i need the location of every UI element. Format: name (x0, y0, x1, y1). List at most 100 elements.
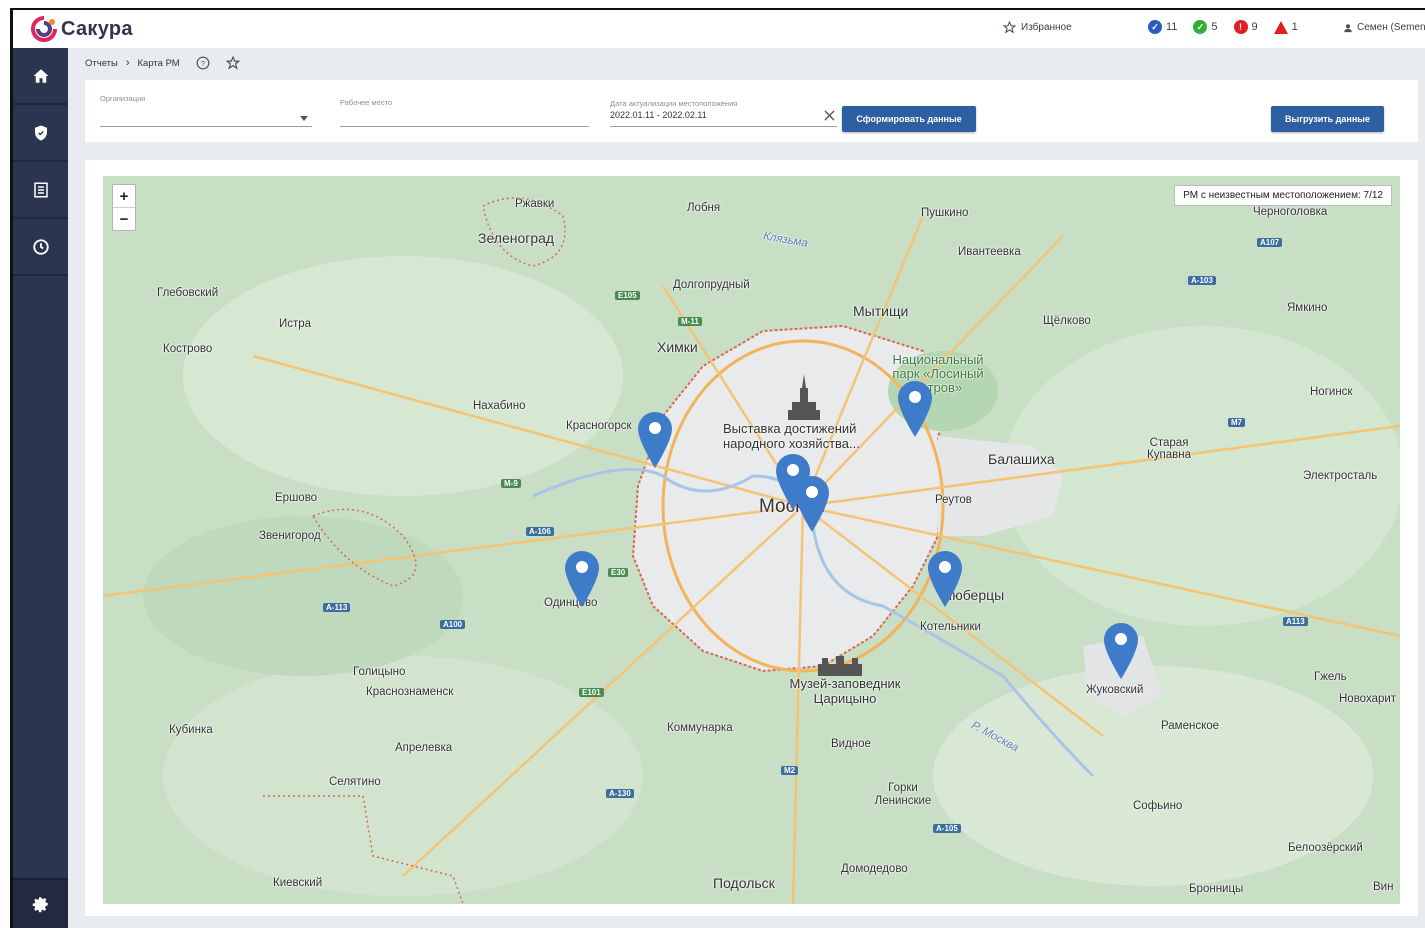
map-label: Старая Купавна (1147, 437, 1191, 461)
sidebar (13, 48, 68, 928)
map-label: Балашиха (988, 451, 1055, 467)
app-window: Сакура Избранное ✓ 11 ✓ 5 ! 9 1 Семен (S… (10, 8, 1425, 928)
alert-circle-icon: ! (1233, 20, 1248, 34)
user-icon (1344, 23, 1352, 32)
vdnkh-landmark-icon (788, 374, 820, 420)
map-label: Новохарит (1339, 693, 1397, 705)
map-view[interactable]: + − РМ с неизвестным местоположением: 7/… (103, 176, 1400, 904)
map-label: Домодедово (841, 863, 908, 875)
sidebar-item-reports[interactable] (13, 162, 68, 219)
road-shield: A-106 (526, 527, 554, 536)
map-label: Долгопрудный (673, 279, 750, 291)
breadcrumb: Отчеты › Карта РМ ? (85, 56, 240, 70)
sidebar-item-home[interactable] (13, 48, 68, 105)
help-icon[interactable]: ? (196, 56, 210, 70)
location-pin-icon[interactable] (1104, 623, 1138, 679)
favorites-label: Избранное (1021, 22, 1072, 33)
map-label: Электросталь (1303, 470, 1378, 482)
map-label: Киевский (273, 877, 323, 889)
user-menu[interactable]: Семен (Semen) (1343, 22, 1425, 33)
map-label: Реутов (935, 494, 972, 506)
workplace-input[interactable]: Рабочее место (340, 80, 589, 130)
map-label: Краснознаменск (366, 686, 454, 698)
organization-select[interactable]: Организация (100, 80, 312, 130)
road-shield: A-105 (933, 824, 961, 833)
location-pin-icon[interactable] (795, 476, 829, 532)
map-label: Кострово (163, 343, 213, 355)
check-shield-icon: ✓ (1148, 20, 1162, 34)
generate-data-button[interactable]: Сформировать данные (842, 106, 976, 132)
map-label: Пушкино (921, 207, 969, 219)
map-label: Ершово (275, 492, 318, 504)
app-logo[interactable]: Сакура (31, 16, 133, 42)
map-label: Истра (279, 318, 312, 330)
status-counters: ✓ 11 ✓ 5 ! 9 1 (1148, 20, 1298, 34)
map-label: Голицыно (353, 666, 406, 678)
map-label: Софьино (1133, 800, 1183, 812)
app-name: Сакура (61, 17, 133, 40)
map-label: Химки (657, 339, 698, 355)
counter-errors[interactable]: ! 9 (1233, 20, 1258, 34)
svg-text:?: ? (201, 59, 205, 68)
road-shield: A-130 (606, 789, 634, 798)
zoom-out-button[interactable]: − (113, 207, 135, 230)
date-range-input[interactable]: Дата актуализации местоположения 2022.01… (610, 80, 837, 130)
star-icon (1003, 21, 1016, 34)
map-label: Щёлково (1043, 315, 1091, 327)
counter-protected-value: 11 (1166, 21, 1178, 33)
location-pin-icon[interactable] (638, 412, 672, 468)
road-shield: A-113 (323, 603, 351, 612)
sidebar-item-history[interactable] (13, 219, 68, 276)
breadcrumb-current: Карта РМ (137, 57, 180, 69)
road-shield: M-11 (678, 317, 702, 326)
sakura-logo-icon (31, 16, 57, 42)
report-icon (33, 182, 48, 197)
top-bar: Сакура Избранное ✓ 11 ✓ 5 ! 9 1 Семен (S… (13, 10, 1425, 48)
map-label: Бронницы (1189, 883, 1244, 895)
counter-errors-value: 9 (1251, 21, 1258, 33)
map-label: Селятино (329, 776, 381, 788)
map-label: Ржавки (515, 198, 555, 210)
workplace-label: Рабочее место (340, 98, 393, 107)
date-label: Дата актуализации местоположения (610, 99, 738, 108)
export-data-button[interactable]: Выгрузить данные (1271, 106, 1384, 132)
counter-warnings[interactable]: 1 (1273, 20, 1298, 34)
sidebar-item-security[interactable] (13, 105, 68, 162)
sidebar-settings[interactable] (13, 878, 68, 928)
location-pin-icon[interactable] (928, 551, 962, 607)
zoom-control: + − (112, 184, 136, 231)
gear-icon (32, 897, 48, 913)
add-favorite-star-icon[interactable] (225, 56, 240, 70)
map-label: Видное (831, 738, 871, 750)
favorites-link[interactable]: Избранное (1003, 21, 1072, 34)
map-panel: + − РМ с неизвестным местоположением: 7/… (85, 160, 1418, 916)
road-shield: M-9 (501, 479, 521, 488)
map-label: Раменское (1161, 720, 1220, 732)
map-label: Ямкино (1287, 302, 1328, 314)
counter-ok[interactable]: ✓ 5 (1193, 20, 1218, 34)
road-shield: M2 (781, 766, 799, 775)
location-pin-icon[interactable] (898, 381, 932, 437)
location-pin-icon[interactable] (565, 551, 599, 607)
road-shield: E30 (608, 568, 629, 577)
warning-triangle-icon (1273, 20, 1288, 34)
map-label: Нахабино (473, 400, 526, 412)
check-circle-icon: ✓ (1193, 20, 1208, 34)
map-label: Ивантеевка (958, 246, 1021, 258)
map-label: Подольск (713, 875, 775, 891)
map-label: Апрелевка (395, 742, 453, 754)
map-label: Горки Ленинские (874, 782, 932, 807)
shield-icon (34, 125, 47, 140)
road-shield: A-103 (1188, 276, 1216, 285)
counter-protected[interactable]: ✓ 11 (1148, 20, 1177, 34)
zoom-in-button[interactable]: + (113, 185, 135, 207)
dropdown-arrow-icon (300, 116, 308, 121)
date-value: 2022.01.11 - 2022.02.11 (610, 110, 707, 120)
map-label: Лобня (687, 202, 721, 214)
filter-panel: Организация Рабочее место Дата актуализа… (85, 80, 1418, 142)
map-label: Белоозёрский (1288, 842, 1363, 854)
organization-label: Организация (100, 94, 146, 103)
breadcrumb-reports[interactable]: Отчеты (85, 58, 118, 69)
clear-icon[interactable] (824, 110, 835, 121)
map-label: Красногорск (566, 420, 632, 432)
